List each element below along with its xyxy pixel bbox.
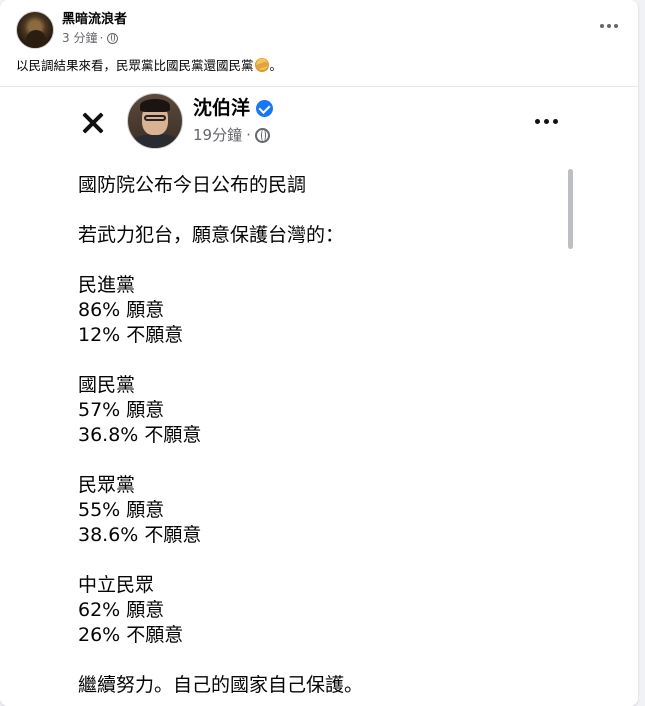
post-text-end: 。 (269, 58, 283, 73)
willing-value: 86% 願意 (78, 299, 165, 321)
post-header: 黑暗流浪者 3 分鐘 · (16, 11, 622, 51)
poll-group-neutral: 中立民眾 62% 願意 26% 不願意 (78, 573, 363, 648)
willing-value: 55% 願意 (78, 499, 165, 521)
post-options-button[interactable] (594, 13, 624, 39)
shared-author-name: 沈伯洋 (193, 97, 251, 119)
shared-post-body: 國防院公布今日公布的民調 若武力犯台，願意保護台灣的： 民進黨 86% 願意 1… (78, 173, 363, 698)
poll-group-kmt: 國民黨 57% 願意 36.8% 不願意 (78, 373, 363, 448)
party-label: 國民黨 (78, 374, 136, 396)
shared-author-avatar (127, 93, 183, 149)
unwilling-value: 38.6% 不願意 (78, 524, 202, 546)
poll-group-dpp: 民進黨 86% 願意 12% 不願意 (78, 273, 363, 348)
post-text: 以民調結果來看，民眾黨比國民黨還國民黨。 (16, 57, 282, 75)
party-label: 民進黨 (78, 274, 136, 296)
more-dot-icon (600, 24, 604, 28)
close-icon (80, 110, 106, 136)
globe-icon (254, 127, 270, 143)
question-line: 若武力犯台，願意保護台灣的： (78, 224, 345, 246)
unwilling-value: 26% 不願意 (78, 624, 184, 646)
post-text-main: 以民調結果來看，民眾黨比國民黨還國民黨 (16, 58, 254, 73)
verified-badge-icon (256, 99, 274, 117)
post-author-name[interactable]: 黑暗流浪者 (62, 11, 127, 29)
shared-screenshot[interactable]: 沈伯洋 19分鐘 · 國防院公布今日公布的民調 若武力犯台，願意保護台灣的： 民… (0, 86, 638, 706)
post-time[interactable]: 3 分鐘 (62, 30, 97, 46)
willing-value: 62% 願意 (78, 599, 165, 621)
more-dot-icon (607, 24, 611, 28)
unwilling-value: 12% 不願意 (78, 324, 184, 346)
globe-icon (107, 32, 119, 44)
poll-group-tpp: 民眾黨 55% 願意 38.6% 不願意 (78, 473, 363, 548)
more-dot-icon (614, 24, 618, 28)
shared-meta-separator: · (246, 126, 251, 144)
shared-author-header: 沈伯洋 (193, 95, 274, 121)
shared-post-meta: 19分鐘 · (193, 125, 270, 145)
intro-line: 國防院公布今日公布的民調 (78, 174, 307, 196)
party-label: 中立民眾 (78, 574, 155, 596)
shared-more-icon (530, 111, 562, 131)
unwilling-value: 36.8% 不願意 (78, 424, 202, 446)
author-avatar[interactable] (16, 11, 54, 49)
party-label: 民眾黨 (78, 474, 136, 496)
facepalm-emoji-icon (254, 58, 269, 72)
post-card: 黑暗流浪者 3 分鐘 · 以民調結果來看，民眾黨比國民黨還國民黨。 沈伯洋 19… (0, 0, 638, 706)
scrollbar-thumb (568, 169, 573, 249)
post-meta: 3 分鐘 · (62, 30, 119, 46)
meta-separator: · (99, 31, 104, 45)
willing-value: 57% 願意 (78, 399, 165, 421)
shared-post-time: 19分鐘 (193, 126, 243, 144)
closing-line: 繼續努力。自己的國家自己保護。 (78, 674, 364, 696)
